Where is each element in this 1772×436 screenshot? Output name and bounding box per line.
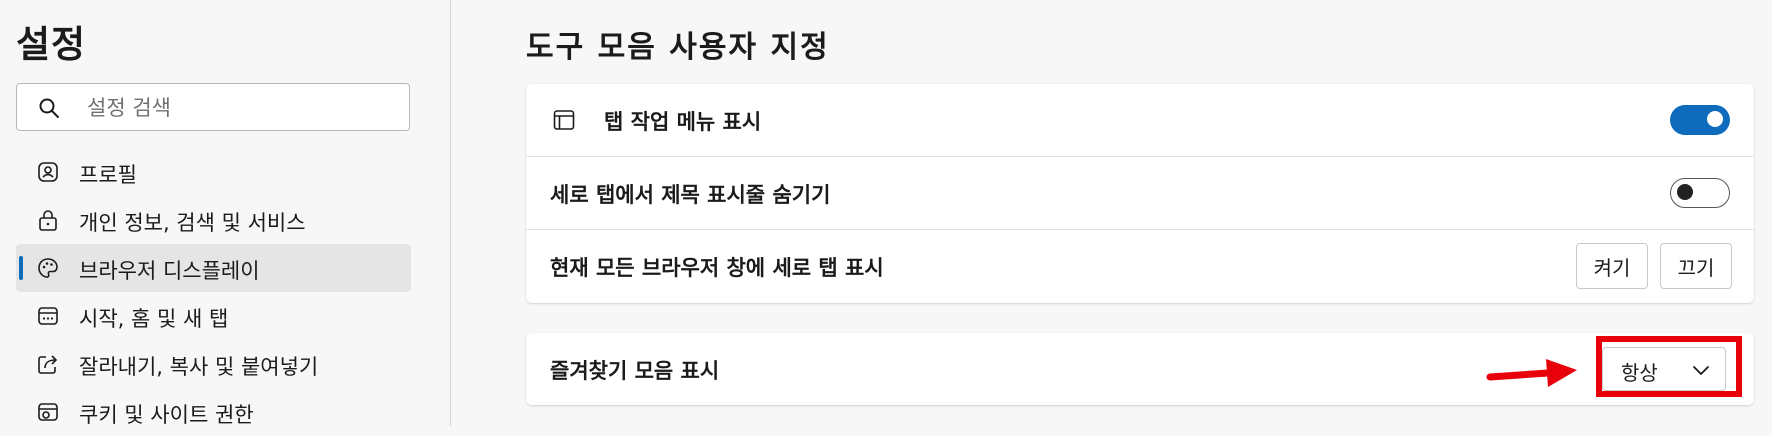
site-permissions-icon [38,403,58,421]
share-icon [38,355,58,374]
sidebar-item-cookies-site-permissions[interactable]: 쿠키 및 사이트 권한 [16,388,411,436]
search-icon [39,98,59,118]
sidebar-item-label: 쿠키 및 사이트 권한 [79,403,254,427]
sidebar-item-label: 프로필 [79,163,137,187]
search-input[interactable] [85,92,389,124]
sidebar-item-label: 브라우저 디스플레이 [79,259,260,283]
new-tab-icon [38,307,58,325]
sidebar-title: 설정 [16,23,87,66]
settings-sidebar: 설정 프로필 개인 정보, 검색 및 서비스 브라우저 디 [0,0,451,427]
sidebar-item-privacy[interactable]: 개인 정보, 검색 및 서비스 [16,196,411,244]
sidebar-item-browser-display[interactable]: 브라우저 디스플레이 [16,244,411,292]
page-title: 도구 모음 사용자 지정 [526,30,830,65]
setting-label: 즐겨찾기 모음 표시 [550,359,720,383]
sidebar-item-start-home-new-tab[interactable]: 시작, 홈 및 새 탭 [16,292,411,340]
sidebar-item-profile[interactable]: 프로필 [16,148,411,196]
annotation-highlight-box [1596,336,1742,397]
toolbar-settings-card: 탭 작업 메뉴 표시 세로 탭에서 제목 표시줄 숨기기 현재 모든 브라우저 … [526,84,1754,303]
toggle-knob [1677,184,1693,200]
turn-on-button[interactable]: 켜기 [1576,243,1648,289]
palette-icon [38,258,58,278]
tab-actions-icon [553,110,575,130]
setting-label: 세로 탭에서 제목 표시줄 숨기기 [550,183,831,207]
settings-search-box[interactable] [16,83,410,131]
annotation-arrow-icon [1486,359,1577,387]
sidebar-item-label: 개인 정보, 검색 및 서비스 [79,211,306,235]
setting-label: 현재 모든 브라우저 창에 세로 탭 표시 [550,256,884,280]
setting-row-tab-actions-menu: 탭 작업 메뉴 표시 [526,84,1754,156]
tab-actions-menu-toggle[interactable] [1670,105,1730,135]
sidebar-item-label: 잘라내기, 복사 및 붙여넣기 [79,355,319,379]
active-indicator [19,256,23,280]
profile-icon [38,162,58,182]
setting-label: 탭 작업 메뉴 표시 [604,110,762,134]
toggle-knob [1707,111,1723,127]
setting-row-hide-title-bar: 세로 탭에서 제목 표시줄 숨기기 [526,156,1754,228]
sidebar-item-cut-copy-paste[interactable]: 잘라내기, 복사 및 붙여넣기 [16,340,411,388]
lock-icon [39,210,57,231]
setting-row-vertical-tabs-all-windows: 현재 모든 브라우저 창에 세로 탭 표시 켜기 끄기 [526,229,1754,301]
sidebar-item-label: 시작, 홈 및 새 탭 [79,307,229,331]
turn-off-button[interactable]: 끄기 [1660,243,1732,289]
hide-title-bar-toggle[interactable] [1670,178,1730,208]
